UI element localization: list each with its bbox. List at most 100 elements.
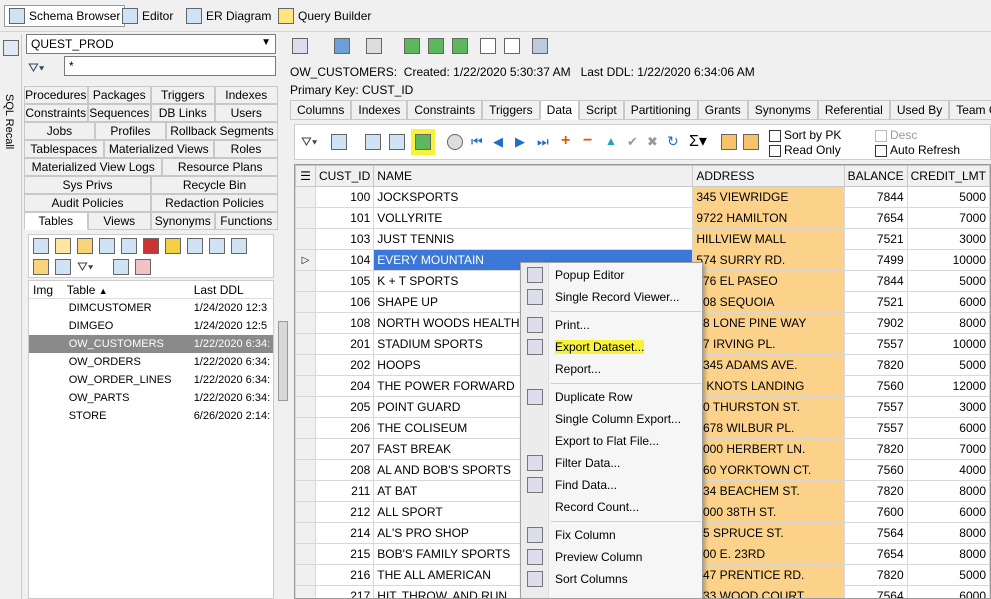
cell-cust-id[interactable]: 217 (314, 585, 375, 598)
tab-audit-policies[interactable]: Audit Policies (24, 194, 151, 212)
sort-by-pk-checkbox[interactable]: Sort by PK (769, 128, 841, 142)
row-indicator[interactable] (295, 585, 316, 598)
cell-credit-lmt[interactable]: 12000 (906, 375, 990, 397)
cell-credit-lmt[interactable]: 5000 (906, 354, 990, 376)
filter-icon[interactable] (55, 238, 71, 254)
er-diagram-button[interactable]: ER Diagram (182, 5, 275, 27)
table-row[interactable]: OW_ORDERS 1/22/2020 6:34: (29, 353, 273, 371)
cell-credit-lmt[interactable]: 6000 (906, 291, 990, 313)
cell-address[interactable]: 908 SEQUOIA (692, 291, 845, 313)
properties-icon[interactable] (33, 259, 49, 275)
sum-icon[interactable]: Σ▾ (689, 131, 707, 151)
insert-record-icon[interactable]: + (561, 132, 570, 150)
tab-procedures[interactable]: Procedures (24, 86, 88, 104)
row-indicator[interactable] (295, 333, 316, 355)
column-header-cust-id[interactable]: CUST_ID (314, 165, 375, 187)
cell-address[interactable]: 98 LONE PINE WAY (692, 312, 845, 334)
tab-constraints[interactable]: Constraints (407, 100, 483, 120)
cell-address[interactable]: 2345 ADAMS AVE. (692, 354, 845, 376)
cell-cust-id[interactable]: 216 (314, 564, 375, 586)
cell-address[interactable]: 47 IRVING PL. (692, 333, 845, 355)
tab-materialized-views[interactable]: Materialized Views (103, 140, 214, 158)
cell-credit-lmt[interactable]: 8000 (906, 522, 990, 544)
sync-icon[interactable] (452, 38, 468, 54)
menu-item-single-record-viewer[interactable]: Single Record Viewer... (521, 287, 702, 307)
cell-address[interactable]: 400 E. 23RD (692, 543, 845, 565)
back-icon[interactable] (334, 38, 350, 54)
cell-name[interactable]: JOCKSPORTS (373, 186, 694, 208)
row-indicator-header[interactable]: ☰ (295, 165, 316, 187)
cell-credit-lmt[interactable]: 5000 (906, 564, 990, 586)
cell-address[interactable]: 1000 38TH ST. (692, 501, 845, 523)
cell-cust-id[interactable]: 206 (314, 417, 375, 439)
cell-cust-id[interactable]: 104 (314, 249, 375, 271)
read-only-checkbox[interactable]: Read Only (769, 143, 841, 157)
cell-credit-lmt[interactable]: 5000 (906, 186, 990, 208)
row-indicator[interactable] (295, 354, 316, 376)
prior-record-icon[interactable]: ◀ (493, 134, 503, 150)
cell-cust-id[interactable]: 101 (314, 207, 375, 229)
grid-icon[interactable] (209, 238, 225, 254)
img-column-header[interactable]: Img (29, 281, 63, 298)
cell-credit-lmt[interactable]: 4000 (906, 459, 990, 481)
columns-icon[interactable] (331, 134, 347, 150)
row-indicator[interactable] (295, 417, 316, 439)
cell-cust-id[interactable]: 108 (314, 312, 375, 334)
tab-triggers[interactable]: Triggers (482, 100, 540, 120)
star-icon[interactable] (165, 238, 181, 254)
cell-cust-id[interactable]: 214 (314, 522, 375, 544)
disable-icon[interactable] (135, 259, 151, 275)
cell-balance[interactable]: 7844 (843, 186, 908, 208)
tab-recycle-bin[interactable]: Recycle Bin (151, 176, 278, 194)
cell-balance[interactable]: 7564 (843, 585, 908, 598)
menu-item-filter-data[interactable]: Filter Data... (521, 453, 702, 473)
row-indicator[interactable] (295, 186, 316, 208)
menu-item-popup-editor[interactable]: Popup Editor (521, 265, 702, 285)
cell-cust-id[interactable]: 202 (314, 354, 375, 376)
row-indicator[interactable] (295, 480, 316, 502)
edit-icon[interactable] (77, 238, 93, 254)
cell-name[interactable]: VOLLYRITE (373, 207, 694, 229)
cell-credit-lmt[interactable]: 6000 (906, 417, 990, 439)
cancel-edit-icon[interactable]: ✖ (647, 134, 658, 150)
tab-sys-privs[interactable]: Sys Privs (24, 176, 151, 194)
cell-address[interactable]: 345 VIEWRIDGE (692, 186, 845, 208)
cell-credit-lmt[interactable]: 10000 (906, 333, 990, 355)
cell-address[interactable]: 9722 HAMILTON (692, 207, 845, 229)
refresh-all-icon[interactable] (428, 38, 444, 54)
table-row[interactable]: OW_PARTS 1/22/2020 6:34: (29, 389, 273, 407)
menu-item-report[interactable]: Report... (521, 359, 702, 379)
cell-cust-id[interactable]: 208 (314, 459, 375, 481)
tab-columns[interactable]: Columns (290, 100, 352, 120)
row-indicator[interactable] (295, 459, 316, 481)
cell-address[interactable]: 574 SURRY RD. (692, 249, 845, 271)
refresh-icon[interactable] (33, 238, 49, 254)
cell-cust-id[interactable]: 205 (314, 396, 375, 418)
tab-script[interactable]: Script (579, 100, 624, 120)
menu-item-single-column-export[interactable]: Single Column Export... (521, 409, 702, 429)
structure-icon[interactable] (187, 238, 203, 254)
tab-db-links[interactable]: DB Links (151, 104, 215, 122)
refresh-icon[interactable] (404, 38, 420, 54)
lock-icon[interactable] (721, 134, 737, 150)
list-icon[interactable] (504, 38, 520, 54)
row-indicator[interactable] (295, 564, 316, 586)
tab-views[interactable]: Views (87, 212, 151, 230)
column-header-balance[interactable]: BALANCE (843, 165, 908, 187)
cell-balance[interactable]: 7521 (843, 228, 908, 250)
cell-address[interactable]: 5678 WILBUR PL. (692, 417, 845, 439)
cell-balance[interactable]: 7560 (843, 459, 908, 481)
tab-synonyms[interactable]: Synonyms (151, 212, 215, 230)
cell-credit-lmt[interactable]: 6000 (906, 585, 990, 598)
column-header-address[interactable]: ADDRESS (692, 165, 845, 187)
cell-balance[interactable]: 7654 (843, 207, 908, 229)
cell-cust-id[interactable]: 212 (314, 501, 375, 523)
table-row[interactable]: 100 JOCKSPORTS 345 VIEWRIDGE 7844 5000 (295, 186, 990, 208)
export-dataset-icon[interactable] (415, 134, 431, 150)
table-row[interactable]: DIMCUSTOMER 1/24/2020 12:3 (29, 299, 273, 317)
tab-users[interactable]: Users (214, 104, 278, 122)
tab-grants[interactable]: Grants (697, 100, 748, 120)
row-indicator[interactable] (295, 207, 316, 229)
cell-balance[interactable]: 7557 (843, 396, 908, 418)
cell-cust-id[interactable]: 215 (314, 543, 375, 565)
